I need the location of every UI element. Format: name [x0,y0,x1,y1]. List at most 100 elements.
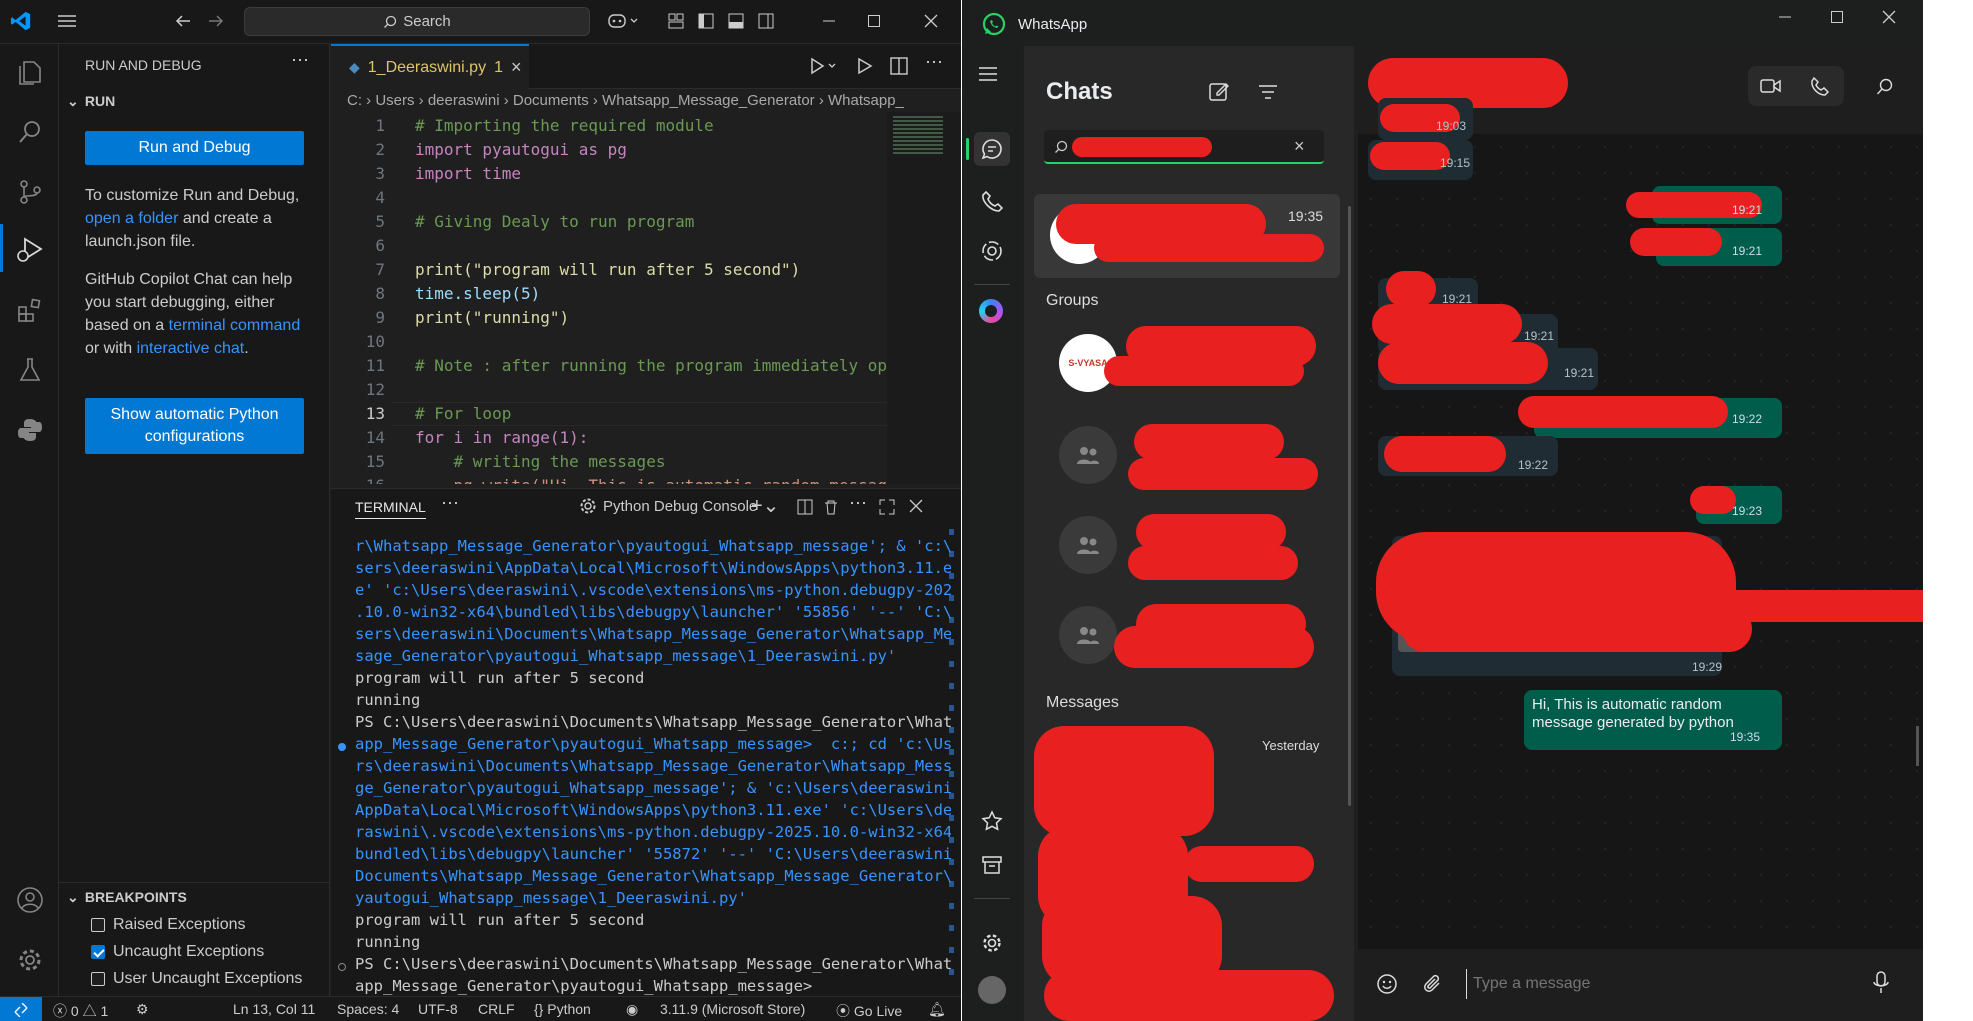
outgoing-message-last[interactable]: Hi, This is automatic random message gen… [1524,690,1782,750]
message-input[interactable] [1466,969,1846,999]
run-section-header[interactable]: ⌄ RUN [67,93,115,110]
trash-icon[interactable] [823,499,839,520]
minimize-icon[interactable] [816,8,842,34]
debug-run-icon[interactable] [855,56,875,81]
filter-icon[interactable] [1258,84,1278,105]
checkbox[interactable] [91,918,105,932]
remote-icon[interactable] [0,997,42,1021]
line-number: 5 [375,212,385,231]
meta-ai-icon[interactable] [979,299,1003,323]
new-chat-icon[interactable] [1208,80,1230,107]
open-folder-link[interactable]: open a folder [85,210,178,227]
toggle-secondary-sidebar-icon[interactable] [753,8,779,34]
interactive-chat-link[interactable]: interactive chat [137,340,245,357]
search-icon[interactable] [1876,78,1894,101]
python-interpreter[interactable]: 3.11.9 (Microsoft Store) [660,1001,805,1017]
run-debug-icon[interactable] [14,234,46,266]
testing-flask-icon[interactable] [14,354,46,386]
terminal-line: Documents\Whatsapp_Message_Generator\Wha… [355,867,951,885]
terminal-command-link[interactable]: terminal command [169,317,301,334]
tab-1-deeraswini-py[interactable]: ◆ 1_Deeraswini.py 1 × [331,44,529,89]
menu-icon[interactable] [54,8,80,34]
indentation[interactable]: Spaces: 4 [337,1001,399,1017]
breakpoints-section-header[interactable]: ⌄ BREAKPOINTS [67,889,187,906]
toggle-sidebar-icon[interactable] [693,8,719,34]
terminal-output[interactable]: r\Whatsapp_Message_Generator\pyautogui_W… [355,535,951,997]
maximize-panel-icon[interactable] [879,499,895,520]
go-live-button[interactable]: ⦿ Go Live [836,1001,902,1021]
minimize-icon[interactable] [1778,10,1792,28]
terminal-selector[interactable]: Python Debug Console [579,497,757,515]
copilot-status-icon[interactable]: ◉ [626,1001,638,1018]
attach-icon[interactable] [1422,973,1444,1000]
calls-icon[interactable] [981,190,1004,217]
clear-search-icon[interactable]: × [1294,136,1305,157]
menu-icon[interactable] [978,66,998,87]
terminal-line: bundled\libs\debugpy\launcher' '55872' '… [355,845,951,863]
eol[interactable]: CRLF [478,1001,515,1017]
tab-terminal[interactable]: TERMINAL [355,499,426,519]
source-control-icon[interactable] [14,176,46,208]
checkbox-checked[interactable] [91,945,105,959]
checkbox[interactable] [91,972,105,986]
command-search[interactable]: Search [244,7,590,36]
more-actions-icon[interactable]: ⋯ [291,50,309,71]
forward-arrow-icon[interactable] [203,8,229,34]
whatsapp-nav-rail [962,46,1022,1021]
close-panel-icon[interactable] [909,499,923,518]
status-icon[interactable] [981,240,1003,267]
python-icon[interactable] [14,414,46,446]
voice-call-icon[interactable] [1810,76,1830,101]
cursor-position[interactable]: Ln 13, Col 11 [233,1001,315,1017]
customize-layout-icon[interactable] [663,8,689,34]
back-arrow-icon[interactable] [170,8,196,34]
emoji-icon[interactable] [1376,973,1398,1000]
chats-icon[interactable] [974,132,1010,166]
maximize-icon[interactable] [861,8,887,34]
toggle-panel-icon[interactable] [723,8,749,34]
scrollbar[interactable] [1916,726,1919,766]
close-icon[interactable] [918,8,944,34]
scrollbar[interactable] [1348,206,1351,806]
explorer-icon[interactable] [14,56,46,88]
video-call-icon[interactable] [1760,78,1782,99]
starred-icon[interactable] [981,810,1003,837]
tab-close-icon[interactable]: × [511,57,522,78]
code-editor[interactable]: 1 # Importing the required module 2 impo… [331,112,887,484]
close-icon[interactable] [1882,10,1896,28]
more-actions-icon[interactable]: ⋯ [441,493,459,514]
encoding[interactable]: UTF-8 [418,1001,458,1017]
extensions-icon[interactable] [14,294,46,326]
breakpoint-user-uncaught-exceptions[interactable]: User Uncaught Exceptions [91,970,302,988]
chat-item-selected[interactable]: 19:35 [1034,194,1340,278]
problems-indicator[interactable]: ⓧ 0 △ 1 [53,1001,108,1021]
more-actions-icon[interactable]: ⋯ [925,52,943,73]
accounts-icon[interactable] [14,884,46,916]
maximize-icon[interactable] [1830,10,1844,28]
show-python-configurations-button[interactable]: Show automatic Python configurations [85,398,304,454]
split-editor-icon[interactable] [889,56,909,81]
terminal-line: raswini\.vscode\extensions\ms-python.deb… [355,823,951,841]
search-icon[interactable] [14,116,46,148]
debug-status-icon[interactable]: ⚙ [136,1001,149,1018]
profile-avatar[interactable] [978,976,1006,1004]
language-mode[interactable]: {} Python [534,1001,591,1017]
run-and-debug-button[interactable]: Run and Debug [85,131,304,165]
new-terminal-icon[interactable]: +⌄ [751,493,779,518]
notifications-bell-icon[interactable]: 🔔︎ [928,1001,946,1018]
breakpoint-uncaught-exceptions[interactable]: Uncaught Exceptions [91,943,264,961]
more-actions-icon[interactable]: ⋯ [849,493,867,514]
copilot-icon[interactable] [604,8,644,34]
run-python-file-icon[interactable] [809,56,839,81]
archived-icon[interactable] [981,854,1003,881]
split-terminal-icon[interactable] [797,499,813,520]
breadcrumb[interactable]: C: › Users › deeraswini › Documents › Wh… [347,92,957,109]
microphone-icon[interactable] [1872,971,1890,1000]
group-item[interactable]: S-VYASA [1034,326,1340,418]
minimap[interactable] [887,112,961,484]
chat-search-input[interactable]: × [1044,130,1324,164]
breakpoint-raised-exceptions[interactable]: Raised Exceptions [91,916,246,934]
settings-gear-icon[interactable] [14,944,46,976]
scrollbar[interactable] [949,529,954,989]
settings-gear-icon[interactable] [981,932,1003,959]
